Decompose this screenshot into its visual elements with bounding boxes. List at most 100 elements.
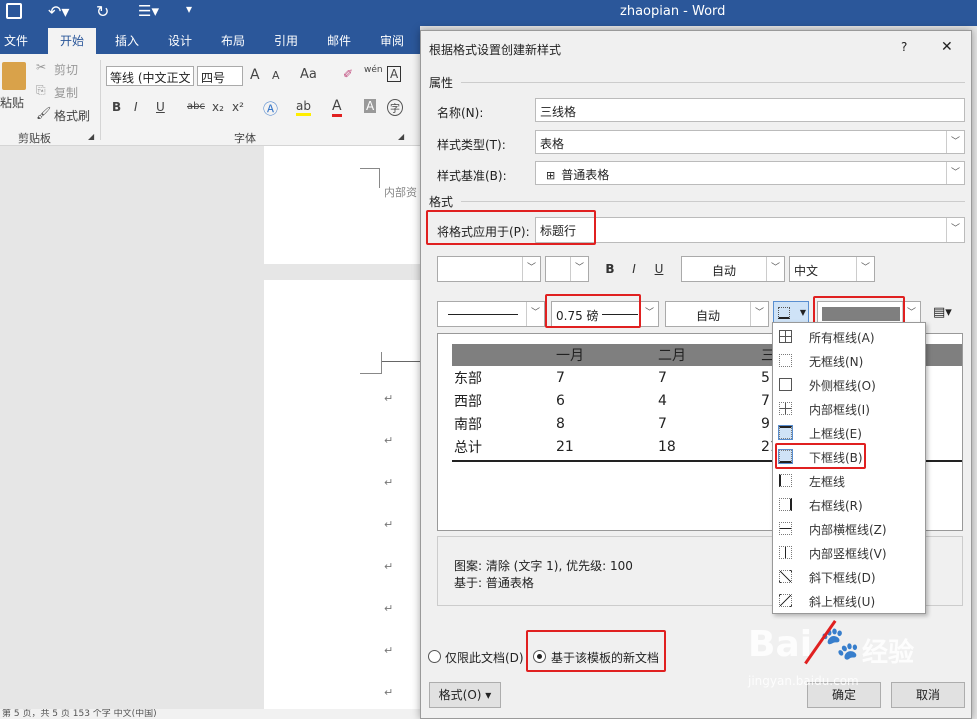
paragraph-mark: ↵ <box>384 392 394 405</box>
grow-font-icon[interactable]: A <box>250 67 260 83</box>
tab-file[interactable]: 文件 <box>4 32 28 49</box>
change-case-icon[interactable]: Aa <box>300 67 317 82</box>
font-group-label: 字体 <box>234 132 256 145</box>
shrink-font-icon[interactable]: A <box>272 69 280 82</box>
ribbon-tabs: 文件 开始 插入 设计 布局 引用 邮件 审阅 <box>0 26 420 54</box>
font-color-icon[interactable]: A <box>332 98 342 117</box>
chevron-down-icon: ﹀ <box>946 131 964 153</box>
status-bar: 第 5 页，共 5 页 153 个字 中文(中国) <box>0 709 420 719</box>
status-text: 第 5 页，共 5 页 153 个字 中文(中国) <box>2 709 157 719</box>
preview-cell: 7 <box>761 393 770 409</box>
border-color-combo[interactable]: 自动 ﹀ <box>665 301 769 327</box>
preview-cell: 18 <box>658 439 676 455</box>
right-border-icon <box>779 498 792 511</box>
underline-icon[interactable]: U <box>156 100 165 114</box>
title-bar: ↶▾ ↻ ☰▾ ▾ zhaopian - Word <box>0 0 977 26</box>
font-size-combo[interactable]: ﹀ <box>545 256 589 282</box>
preview-cell: 7 <box>658 370 667 386</box>
font-name-select[interactable]: 等线 (中文正文 <box>106 66 194 86</box>
highlight-box <box>426 210 596 245</box>
dialog-launcher-icon[interactable]: ◢ <box>398 132 404 141</box>
preview-cell: 4 <box>658 393 667 409</box>
tab-mailings[interactable]: 邮件 <box>327 32 351 49</box>
copy-button[interactable]: 复制 <box>54 84 78 101</box>
highlight-icon[interactable]: ab <box>296 99 311 116</box>
tab-design[interactable]: 设计 <box>168 32 192 49</box>
subscript-icon[interactable]: x₂ <box>212 100 224 114</box>
underline-button[interactable]: U <box>648 258 670 280</box>
enclose-char-icon[interactable]: 字 <box>387 99 403 116</box>
char-border-icon[interactable]: A <box>387 66 402 82</box>
list-icon[interactable]: ☰▾ <box>138 2 159 20</box>
bold-icon[interactable]: B <box>112 100 121 114</box>
redo-icon[interactable]: ↻ <box>96 2 109 21</box>
undo-icon[interactable]: ↶▾ <box>48 2 69 21</box>
italic-icon[interactable]: I <box>134 100 138 114</box>
help-button[interactable]: ? <box>901 40 907 54</box>
close-icon[interactable]: ✕ <box>941 39 953 55</box>
header-text: 内部资 <box>384 186 417 199</box>
dialog-launcher-icon[interactable]: ◢ <box>88 132 94 141</box>
line-style-combo[interactable]: ﹀ <box>437 301 545 327</box>
clear-format-icon[interactable]: ✐ <box>343 67 353 81</box>
description-line: 基于: 普通表格 <box>454 576 534 590</box>
menu-item-inside-horizontal[interactable]: 内部横框线(Z) <box>773 517 925 541</box>
font-name-combo[interactable]: ﹀ <box>437 256 541 282</box>
menu-item-inside-vertical[interactable]: 内部竖框线(V) <box>773 541 925 565</box>
tab-layout[interactable]: 布局 <box>221 32 245 49</box>
customize-icon[interactable]: ▾ <box>186 2 192 16</box>
apply-to-select[interactable]: 标题行 ﹀ <box>535 217 965 243</box>
tab-review[interactable]: 审阅 <box>380 32 404 49</box>
dialog-title: 根据格式设置创建新样式 <box>429 43 562 57</box>
style-based-select[interactable]: ⊞ 普通表格 ﹀ <box>535 161 965 185</box>
tab-references[interactable]: 引用 <box>274 32 298 49</box>
watermark-brand: Bai <box>748 624 813 665</box>
tab-insert[interactable]: 插入 <box>115 32 139 49</box>
menu-item-inside-borders[interactable]: 内部框线(I) <box>773 397 925 421</box>
font-color-combo[interactable]: 自动 ﹀ <box>681 256 785 282</box>
alignment-icon[interactable]: ▤▾ <box>933 305 952 320</box>
strikethrough-icon[interactable]: abc <box>187 101 205 112</box>
highlight-box <box>775 443 866 469</box>
save-icon[interactable] <box>6 3 22 19</box>
menu-item-left-border[interactable]: 左框线 <box>773 469 925 493</box>
format-menu-button[interactable]: 格式(O) ▾ <box>429 682 501 708</box>
chevron-down-icon: ﹀ <box>750 302 768 326</box>
watermark-brand2: 经验 <box>862 638 915 668</box>
paste-button[interactable]: 粘贴 <box>0 94 24 111</box>
radio-this-document-label[interactable]: 仅限此文档(D) <box>445 649 524 666</box>
language-combo[interactable]: 中文 ﹀ <box>789 256 875 282</box>
preview-cell: 5 <box>761 370 770 386</box>
preview-cell: 7 <box>556 370 565 386</box>
line-sample <box>448 314 518 315</box>
cut-button[interactable]: 剪切 <box>54 61 78 78</box>
bold-button[interactable]: B <box>599 258 621 280</box>
chevron-down-icon: ﹀ <box>946 218 964 242</box>
table-edge <box>382 361 420 362</box>
menu-item-outside-borders[interactable]: 外侧框线(O) <box>773 373 925 397</box>
paragraph-mark: ↵ <box>384 686 394 699</box>
preview-cell: 7 <box>658 416 667 432</box>
menu-item-no-border[interactable]: 无框线(N) <box>773 349 925 373</box>
char-shading-icon[interactable]: A <box>364 99 377 113</box>
menu-item-all-borders[interactable]: 所有框线(A) <box>773 325 925 349</box>
menu-item-right-border[interactable]: 右框线(R) <box>773 493 925 517</box>
menu-item-top-border[interactable]: 上框线(E) <box>773 421 925 445</box>
diagonal-down-icon <box>779 570 792 583</box>
style-type-select[interactable]: 表格 ﹀ <box>535 130 965 154</box>
paragraph-mark: ↵ <box>384 518 394 531</box>
menu-item-diagonal-down[interactable]: 斜下框线(D) <box>773 565 925 589</box>
paste-icon[interactable] <box>2 62 26 90</box>
text-effects-icon[interactable]: Ⓐ <box>263 98 278 119</box>
font-size-select[interactable]: 四号 <box>197 66 243 86</box>
radio-this-document[interactable] <box>428 650 441 663</box>
description-line: 图案: 清除 (文字 1), 优先级: 100 <box>454 559 633 573</box>
tab-home[interactable]: 开始 <box>48 28 97 54</box>
italic-button[interactable]: I <box>623 258 645 280</box>
chevron-down-icon: ▼ <box>799 308 806 317</box>
pinyin-icon[interactable]: wén <box>364 65 383 75</box>
name-input[interactable]: 三线格 <box>535 98 965 122</box>
preview-cell: 东部 <box>454 371 482 387</box>
superscript-icon[interactable]: x² <box>232 100 244 114</box>
format-painter-button[interactable]: 格式刷 <box>54 107 90 124</box>
